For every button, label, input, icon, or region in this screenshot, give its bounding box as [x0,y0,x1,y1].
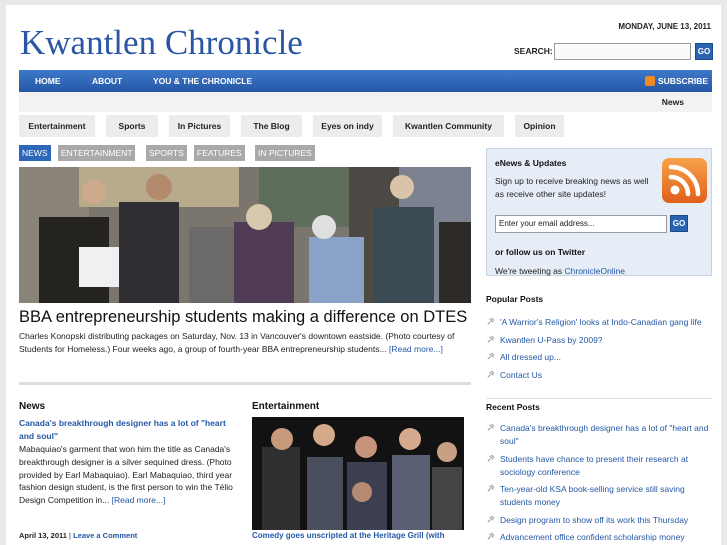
enews-title: eNews & Updates [495,158,567,168]
recent-posts-list: Canada's breakthrough designer has a lot… [486,422,714,545]
enews-widget: eNews & Updates Sign up to receive break… [486,148,712,276]
subnav-news[interactable]: News [662,92,684,112]
category-the-blog[interactable]: The Blog [241,115,302,137]
enews-text: Sign up to receive breaking news as well… [495,176,649,199]
main-nav: HOME ABOUT YOU & THE CHRONICLE SUBSCRIBE [19,70,712,92]
recent-post-item[interactable]: Ten-year-old KSA book-selling service st… [486,483,714,509]
popular-post-item[interactable]: Kwantlen U-Pass by 2009? [486,334,714,347]
recent-post-item[interactable]: Canada's breakthrough designer has a lot… [486,422,714,448]
search-label: SEARCH: [514,46,553,56]
news-section-title: News [19,401,46,412]
entertainment-photo[interactable] [252,417,464,530]
rss-feed-icon[interactable] [662,158,707,203]
popular-post-label: 'A Warrior's Religion' looks at Indo-Can… [500,317,702,327]
leave-comment-link[interactable]: Leave a Comment [73,531,137,540]
popular-post-item[interactable]: Contact Us [486,369,714,382]
entertainment-photo-image [252,417,464,530]
pushpin-icon [487,317,495,325]
pushpin-icon [487,454,495,462]
category-in-pictures[interactable]: In Pictures [169,115,230,137]
popular-post-item[interactable]: 'A Warrior's Religion' looks at Indo-Can… [486,316,714,329]
recent-post-item[interactable]: Students have chance to present their re… [486,453,714,479]
recent-post-label: Design program to show off its work this… [500,514,689,525]
recent-post-label: Ten-year-old KSA book-selling service st… [500,484,685,507]
featured-tab-entertainment[interactable]: ENTERTAINMENT [58,145,136,161]
recent-posts-title: Recent Posts [486,402,540,412]
popular-posts-list: 'A Warrior's Religion' looks at Indo-Can… [486,316,714,386]
recent-post-item[interactable]: Design program to show off its work this… [486,514,714,527]
recent-post-item[interactable]: Advancement office confident scholarship… [486,531,714,544]
pushpin-icon [487,370,495,378]
featured-tab-in-pictures[interactable]: IN PICTURES [255,145,315,161]
nav-you-and-the-chronicle[interactable]: YOU & THE CHRONICLE [153,70,252,92]
sub-nav: News [19,92,712,112]
twitter-title: or follow us on Twitter [495,247,586,257]
email-go-button[interactable]: GO [670,215,688,232]
featured-tab-sports[interactable]: SPORTS [146,145,187,161]
pushpin-icon [487,515,495,523]
category-entertainment[interactable]: Entertainment [19,115,95,137]
featured-read-more[interactable]: [Read more...] [389,344,443,354]
pushpin-icon [487,352,495,360]
recent-post-label: Canada's breakthrough designer has a lot… [500,423,709,446]
rss-icon [644,75,655,86]
featured-photo[interactable] [19,167,471,303]
news-post-title[interactable]: Canada's breakthrough designer has a lot… [19,417,234,443]
featured-tab-features[interactable]: FEATURES [194,145,245,161]
pushpin-icon [487,532,495,540]
category-sports[interactable]: Sports [106,115,158,137]
search-input[interactable] [554,43,691,60]
category-opinion[interactable]: Opinion [515,115,564,137]
news-read-more[interactable]: [Read more...] [112,495,166,505]
popular-post-label: Kwantlen U-Pass by 2009? [500,334,603,345]
news-post-body: Mabaquiao's garment that won him the tit… [19,443,241,507]
entertainment-post-title[interactable]: Comedy goes unscripted at the Heritage G… [252,531,444,540]
featured-tab-news[interactable]: NEWS [19,145,51,161]
page: Kwantlen Chronicle MONDAY, JUNE 13, 2011… [6,5,721,545]
search-go-button[interactable]: GO [695,43,713,60]
recent-post-label: Advancement office confident scholarship… [500,532,685,542]
subscribe-label: SUBSCRIBE [657,76,708,86]
site-logo[interactable]: Kwantlen Chronicle [20,23,303,63]
featured-headline[interactable]: BBA entrepreneurship students making a d… [19,308,467,327]
pushpin-icon [487,335,495,343]
current-date: MONDAY, JUNE 13, 2011 [618,22,711,31]
entertainment-section-title: Entertainment [252,401,320,412]
popular-posts-title: Popular Posts [486,294,544,304]
nav-home[interactable]: HOME [35,70,61,92]
featured-photo-image [19,167,471,303]
twitter-text: We're tweeting as ChronicleOnline [495,266,625,276]
category-kwantlen-community[interactable]: Kwantlen Community [393,115,504,137]
featured-excerpt: Charles Konopski distributing packages o… [19,330,469,356]
news-post-date: April 13, 2011 [19,531,67,540]
pushpin-icon [487,423,495,431]
popular-post-label: All dressed up... [500,352,561,362]
twitter-handle-link[interactable]: ChronicleOnline [565,266,625,276]
nav-about[interactable]: ABOUT [92,70,122,92]
divider [19,382,471,385]
twitter-prefix: We're tweeting as [495,266,565,276]
sidebar-divider [486,398,712,399]
news-post-meta: April 13, 2011 | Leave a Comment [19,531,137,540]
pushpin-icon [487,484,495,492]
rss-glyph [668,164,701,197]
popular-post-label: Contact Us [500,369,543,380]
recent-post-label: Students have chance to present their re… [500,453,689,477]
category-eyes-on-indy[interactable]: Eyes on indy [313,115,382,137]
subscribe-link[interactable]: SUBSCRIBE [644,70,708,92]
popular-post-item[interactable]: All dressed up... [486,351,714,364]
email-input[interactable]: Enter your email address... [495,215,667,233]
